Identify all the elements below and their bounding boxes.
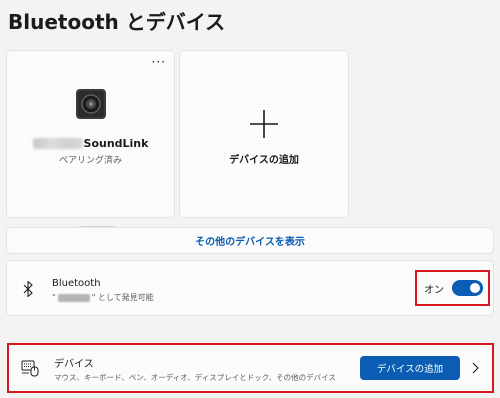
discoverable-label: " として発見可能: [91, 293, 154, 302]
show-more-devices-link[interactable]: その他のデバイスを表示: [6, 227, 494, 254]
add-device-card[interactable]: デバイスの追加: [179, 50, 349, 218]
speaker-icon: [76, 89, 106, 119]
bluetooth-toggle[interactable]: [452, 280, 483, 296]
device-status: ペアリング済み: [58, 156, 122, 166]
redacted-name: [32, 138, 83, 149]
page-title: Bluetooth とデバイス: [8, 10, 226, 34]
chevron-right-icon[interactable]: [470, 361, 480, 375]
devices-title: デバイス: [54, 359, 94, 370]
plus-icon: [250, 110, 278, 138]
keyboard-icon: [21, 360, 39, 377]
add-device-button[interactable]: デバイスの追加: [360, 356, 460, 380]
more-options-button[interactable]: ···: [152, 56, 166, 68]
bluetooth-title: Bluetooth: [52, 278, 101, 289]
add-device-label: デバイスの追加: [229, 155, 299, 166]
device-name-text: SoundLink: [83, 137, 149, 150]
bluetooth-row: Bluetooth " " として発見可能 オン: [6, 260, 494, 316]
devices-row[interactable]: デバイス マウス、キーボード、ペン、オーディオ、ディスプレイとドック、その他のデ…: [7, 343, 494, 393]
quote-mark: ": [52, 293, 56, 302]
bluetooth-icon: [23, 280, 33, 298]
bluetooth-toggle-highlight: オン: [415, 270, 490, 306]
device-card-soundlink[interactable]: ··· SoundLink ペアリング済み 接続: [6, 50, 175, 248]
discoverable-text: " " として発見可能: [52, 292, 154, 303]
device-name: SoundLink: [7, 137, 174, 150]
devices-subtitle: マウス、キーボード、ペン、オーディオ、ディスプレイとドック、その他のデバイス: [54, 373, 336, 382]
toggle-state-label: オン: [424, 284, 444, 296]
redacted-pc-name: [57, 293, 90, 302]
toggle-knob: [470, 283, 480, 293]
